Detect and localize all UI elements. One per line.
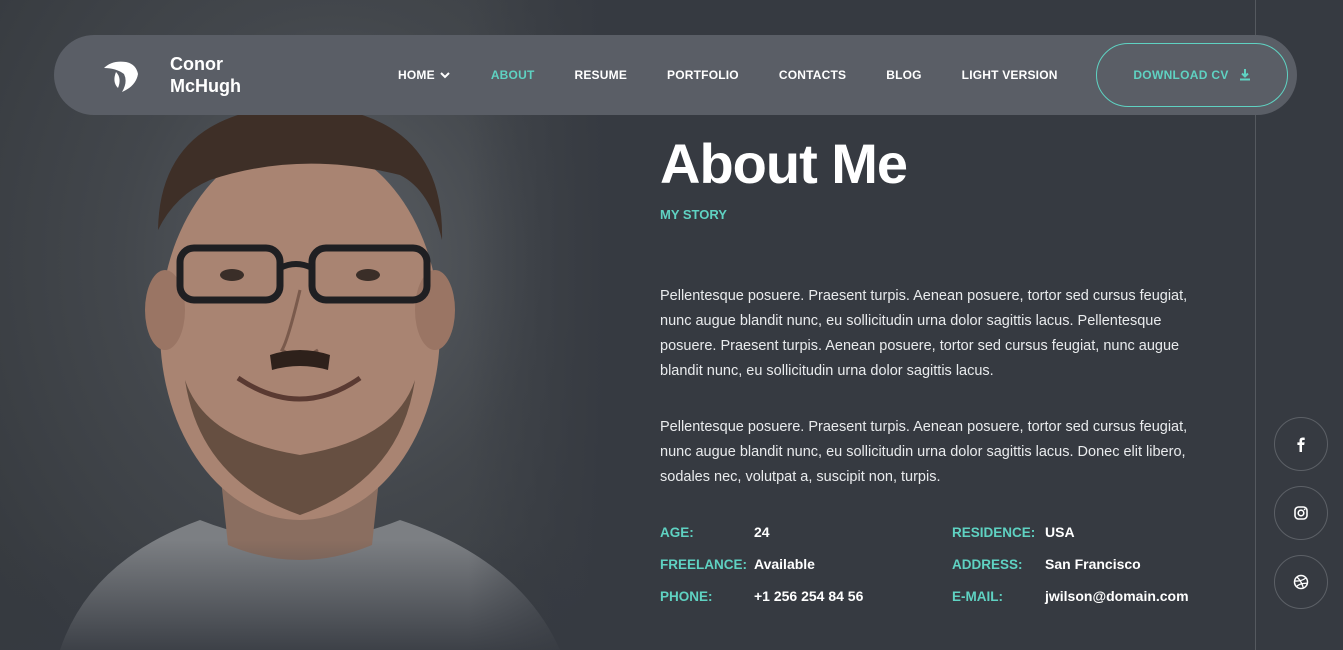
page-title: About Me bbox=[660, 132, 908, 195]
age-label: AGE: bbox=[660, 525, 694, 540]
header-bar: Conor McHugh HOME ABOUT RESUME PORTFOLIO… bbox=[54, 35, 1297, 115]
facebook-button[interactable] bbox=[1274, 417, 1328, 471]
nav-resume-label: RESUME bbox=[574, 68, 628, 82]
download-cv-label: DOWNLOAD CV bbox=[1133, 68, 1229, 82]
residence-label: RESIDENCE: bbox=[952, 525, 1036, 540]
instagram-button[interactable] bbox=[1274, 486, 1328, 540]
brand-last-name: McHugh bbox=[170, 76, 241, 96]
dribbble-button[interactable] bbox=[1274, 555, 1328, 609]
freelance-label: FREELANCE: bbox=[660, 557, 747, 572]
email-value: jwilson@domain.com bbox=[1045, 588, 1189, 604]
nav-blog[interactable]: BLOG bbox=[886, 68, 921, 82]
nav-light-version-label: LIGHT VERSION bbox=[961, 68, 1058, 82]
nav-portfolio-label: PORTFOLIO bbox=[667, 68, 739, 82]
brand-first-name: Conor bbox=[170, 54, 223, 74]
freelance-value: Available bbox=[754, 556, 815, 572]
nav-contacts-label: CONTACTS bbox=[778, 68, 847, 82]
nav-resume[interactable]: RESUME bbox=[574, 68, 627, 82]
page-subtitle: MY STORY bbox=[660, 207, 727, 222]
address-label: ADDRESS: bbox=[952, 557, 1023, 572]
brand-name[interactable]: Conor McHugh bbox=[170, 53, 241, 97]
nav-about-label: ABOUT bbox=[490, 68, 535, 82]
chevron-down-icon bbox=[440, 72, 450, 79]
phone-label: PHONE: bbox=[660, 589, 713, 604]
download-icon bbox=[1239, 69, 1250, 81]
nav-light-version[interactable]: LIGHT VERSION bbox=[962, 68, 1058, 82]
dribbble-icon bbox=[1293, 574, 1309, 590]
about-paragraph-1: Pellentesque posuere. Praesent turpis. A… bbox=[660, 288, 1188, 379]
main-nav: HOME ABOUT RESUME PORTFOLIO CONTACTS BLO… bbox=[398, 35, 1098, 115]
nav-home[interactable]: HOME bbox=[398, 68, 451, 82]
nav-home-label: HOME bbox=[398, 68, 435, 82]
email-label: E-MAIL: bbox=[952, 589, 1003, 604]
nav-blog-label: BLOG bbox=[886, 68, 922, 82]
nav-contacts[interactable]: CONTACTS bbox=[779, 68, 846, 82]
facebook-icon bbox=[1297, 437, 1305, 452]
address-value: San Francisco bbox=[1045, 556, 1141, 572]
nav-portfolio[interactable]: PORTFOLIO bbox=[667, 68, 739, 82]
nav-about[interactable]: ABOUT bbox=[491, 68, 535, 82]
age-value: 24 bbox=[754, 524, 770, 540]
instagram-icon bbox=[1294, 506, 1308, 520]
phone-value: +1 256 254 84 56 bbox=[754, 588, 864, 604]
logo-icon[interactable] bbox=[102, 56, 140, 94]
residence-value: USA bbox=[1045, 524, 1075, 540]
about-paragraph-2: Pellentesque posuere. Praesent turpis. A… bbox=[660, 419, 1188, 485]
download-cv-button[interactable]: DOWNLOAD CV bbox=[1096, 43, 1288, 107]
